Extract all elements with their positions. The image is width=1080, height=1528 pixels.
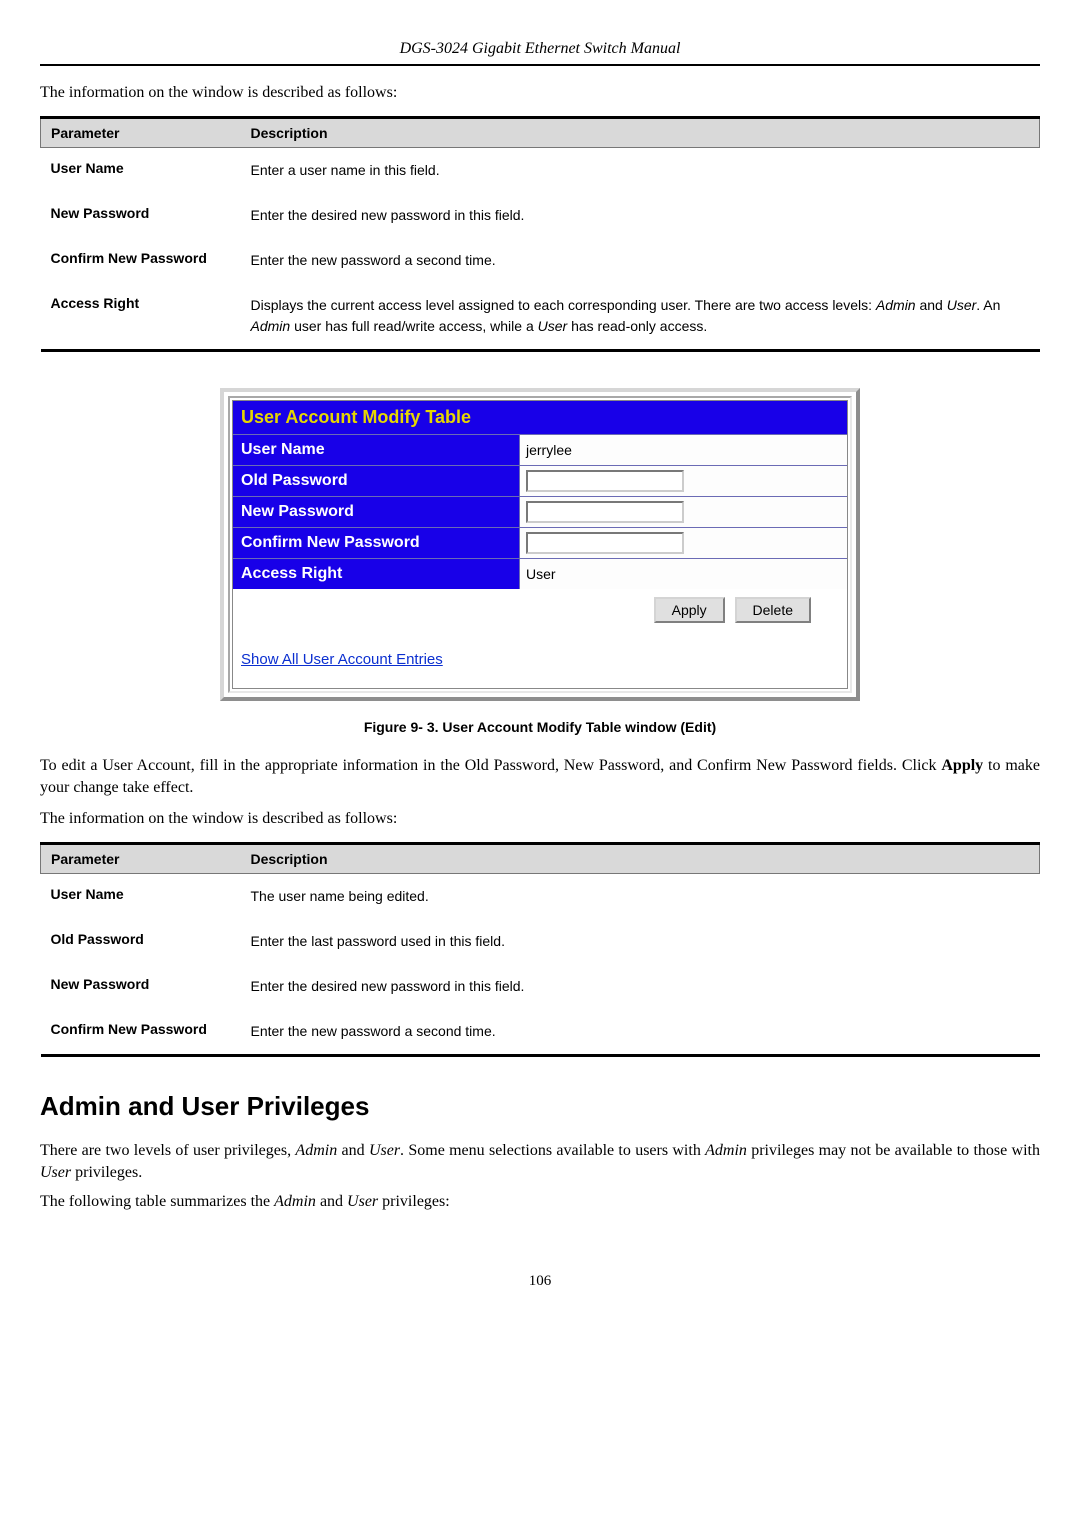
param-table-1: Parameter Description User Name Enter a … xyxy=(40,116,1040,352)
figure-caption: Figure 9- 3. User Account Modify Table w… xyxy=(40,719,1040,735)
ui-label-access-right: Access Right xyxy=(233,559,520,589)
table-row: Confirm New Password Enter the new passw… xyxy=(41,238,1040,283)
desc-cell: Enter the desired new password in this f… xyxy=(241,193,1040,238)
old-password-input[interactable] xyxy=(526,470,684,492)
txt: The following table summarizes the xyxy=(40,1193,274,1210)
table-row: Confirm New Password Enter the new passw… xyxy=(41,1009,1040,1056)
txt: . Some menu selections available to user… xyxy=(400,1142,705,1159)
param-cell: User Name xyxy=(41,874,241,920)
ui-row-confirm-password: Confirm New Password xyxy=(233,527,847,558)
italic-admin: Admin xyxy=(274,1193,316,1210)
param-cell: New Password xyxy=(41,193,241,238)
privileges-paragraph-1: There are two levels of user privileges,… xyxy=(40,1140,1040,1183)
ui-value-new-password xyxy=(520,497,847,527)
table-row: User Name Enter a user name in this fiel… xyxy=(41,148,1040,194)
table-row: Old Password Enter the last password use… xyxy=(41,919,1040,964)
lead-text-2: The information on the window is describ… xyxy=(40,810,1040,828)
ui-value-access-right: User xyxy=(520,559,847,589)
edit-instr-part1: To edit a User Account, fill in the appr… xyxy=(40,757,941,774)
param-cell: Old Password xyxy=(41,919,241,964)
header-description: Description xyxy=(241,118,1040,148)
txt: privileges: xyxy=(378,1193,450,1210)
param-table-2: Parameter Description User Name The user… xyxy=(40,842,1040,1057)
ui-table-title: User Account Modify Table xyxy=(233,401,847,435)
param-cell: Access Right xyxy=(41,283,241,351)
ui-row-old-password: Old Password xyxy=(233,465,847,496)
apply-button[interactable]: Apply xyxy=(654,597,725,623)
show-all-users-link[interactable]: Show All User Account Entries xyxy=(241,651,443,668)
ui-label-confirm-password: Confirm New Password xyxy=(233,528,520,558)
param-cell: Confirm New Password xyxy=(41,1009,241,1056)
apply-strong: Apply xyxy=(941,757,983,774)
header-description: Description xyxy=(241,844,1040,874)
section-heading-admin-user-privileges: Admin and User Privileges xyxy=(40,1091,1040,1122)
ui-label-username: User Name xyxy=(233,435,520,465)
delete-button[interactable]: Delete xyxy=(735,597,811,623)
txt: and xyxy=(316,1193,347,1210)
ui-row-new-password: New Password xyxy=(233,496,847,527)
table-row: Access Right Displays the current access… xyxy=(41,283,1040,351)
ui-screenshot-container: User Account Modify Table User Name jerr… xyxy=(220,388,860,701)
italic-admin: Admin xyxy=(295,1142,337,1159)
param-cell: Confirm New Password xyxy=(41,238,241,283)
txt: privileges. xyxy=(71,1164,142,1181)
param-cell: User Name xyxy=(41,148,241,194)
confirm-password-input[interactable] xyxy=(526,532,684,554)
txt: There are two levels of user privileges, xyxy=(40,1142,295,1159)
header-parameter: Parameter xyxy=(41,844,241,874)
page-header: DGS-3024 Gigabit Ethernet Switch Manual xyxy=(40,40,1040,66)
privileges-paragraph-2: The following table summarizes the Admin… xyxy=(40,1191,1040,1213)
desc-cell: Enter the last password used in this fie… xyxy=(241,919,1040,964)
desc-cell: Enter a user name in this field. xyxy=(241,148,1040,194)
italic-user: User xyxy=(347,1193,378,1210)
italic-user: User xyxy=(40,1164,71,1181)
desc-cell: Enter the desired new password in this f… xyxy=(241,964,1040,1009)
desc-cell: Enter the new password a second time. xyxy=(241,1009,1040,1056)
ui-row-username: User Name jerrylee xyxy=(233,435,847,465)
ui-value-old-password xyxy=(520,466,847,496)
lead-text-1: The information on the window is describ… xyxy=(40,84,1040,102)
table-row: New Password Enter the desired new passw… xyxy=(41,964,1040,1009)
param-cell: New Password xyxy=(41,964,241,1009)
txt: and xyxy=(337,1142,369,1159)
new-password-input[interactable] xyxy=(526,501,684,523)
desc-cell: Enter the new password a second time. xyxy=(241,238,1040,283)
table-header-row: Parameter Description xyxy=(41,844,1040,874)
table-header-row: Parameter Description xyxy=(41,118,1040,148)
ui-value-username: jerrylee xyxy=(520,435,847,465)
ui-label-new-password: New Password xyxy=(233,497,520,527)
italic-admin: Admin xyxy=(705,1142,747,1159)
txt: privileges may not be available to those… xyxy=(747,1142,1040,1159)
table-row: New Password Enter the desired new passw… xyxy=(41,193,1040,238)
ui-row-access-right: Access Right User xyxy=(233,558,847,589)
table-row: User Name The user name being edited. xyxy=(41,874,1040,920)
desc-cell: Displays the current access level assign… xyxy=(241,283,1040,351)
page-number: 106 xyxy=(40,1273,1040,1290)
ui-value-confirm-password xyxy=(520,528,847,558)
ui-label-old-password: Old Password xyxy=(233,466,520,496)
header-parameter: Parameter xyxy=(41,118,241,148)
desc-cell: The user name being edited. xyxy=(241,874,1040,920)
body-paragraph-edit-instructions: To edit a User Account, fill in the appr… xyxy=(40,755,1040,798)
italic-user: User xyxy=(369,1142,400,1159)
